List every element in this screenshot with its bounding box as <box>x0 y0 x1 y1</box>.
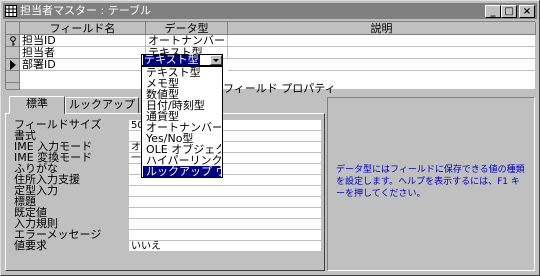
data-type-combo[interactable]: テキスト型 <box>141 54 223 66</box>
field-properties-label: フィールド プロパティ <box>223 82 336 95</box>
dropdown-button[interactable] <box>210 55 222 65</box>
description-cell[interactable] <box>228 59 536 71</box>
dropdown-option[interactable]: 数値型 <box>143 89 221 100</box>
title-bar[interactable]: 担当者マスター : テーブル _ □ × <box>3 3 537 19</box>
window-title: 担当者マスター : テーブル <box>20 4 152 17</box>
dropdown-option[interactable]: メモ型 <box>143 78 221 89</box>
dropdown-option[interactable]: ハイパーリンク型 <box>143 155 221 166</box>
row-selector[interactable] <box>6 35 20 47</box>
header-description[interactable]: 説明 <box>228 22 536 35</box>
help-text: データ型にはフィールドに保存できる値の種類を設定します。ヘルプを表示するには、F… <box>336 165 525 199</box>
header-field-name[interactable]: フィールド名 <box>20 22 146 35</box>
property-row: 値要求 いいえ <box>10 239 322 252</box>
table-design-window: 担当者マスター : テーブル _ □ × フィールド名 データ型 説明 担当ID… <box>0 0 540 276</box>
field-name-cell[interactable]: 担当者 <box>20 47 146 59</box>
property-value[interactable] <box>129 219 321 230</box>
property-value[interactable] <box>129 186 321 197</box>
primary-key-icon <box>10 36 16 46</box>
dropdown-option[interactable]: 日付/時刻型 <box>143 100 221 111</box>
row-selector[interactable] <box>6 47 20 59</box>
current-row-arrow-icon <box>10 60 16 70</box>
close-icon: × <box>522 6 532 17</box>
property-value[interactable] <box>129 230 321 241</box>
description-cell[interactable] <box>228 47 536 59</box>
table-icon <box>5 5 17 17</box>
property-value[interactable] <box>129 197 321 208</box>
property-label: 値要求 <box>14 239 47 252</box>
property-row: 定型入力 <box>10 185 322 197</box>
chevron-down-icon <box>213 59 219 62</box>
property-row: 標題 <box>10 196 322 208</box>
property-value[interactable] <box>129 208 321 219</box>
close-button[interactable]: × <box>519 5 535 18</box>
field-name-cell[interactable]: 部署ID <box>20 59 146 71</box>
property-row: エラーメッセージ <box>10 229 322 241</box>
dropdown-option[interactable]: Yes/No型 <box>143 133 221 144</box>
row-selector[interactable] <box>6 71 20 83</box>
grid-corner[interactable] <box>6 22 20 35</box>
tab-lookup[interactable]: ルックアップ <box>65 97 139 113</box>
property-value[interactable]: いいえ <box>129 241 321 252</box>
description-cell[interactable] <box>228 35 536 47</box>
dropdown-option-highlighted[interactable]: ルックアップ ウィザード... <box>143 166 221 177</box>
header-data-type[interactable]: データ型 <box>146 22 228 35</box>
minimize-icon: _ <box>490 6 496 17</box>
dropdown-option[interactable]: OLE オブジェクト型 <box>143 144 221 155</box>
help-pane: データ型にはフィールドに保存できる値の種類を設定します。ヘルプを表示するには、F… <box>327 97 535 271</box>
data-type-cell[interactable]: オートナンバー <box>146 35 228 47</box>
dropdown-option[interactable]: 通貨型 <box>143 111 221 122</box>
maximize-button[interactable]: □ <box>501 5 517 18</box>
row-selector[interactable] <box>6 59 20 71</box>
tab-general[interactable]: 標準 <box>9 96 65 114</box>
dropdown-option[interactable]: オートナンバー型 <box>143 122 221 133</box>
field-grid: フィールド名 データ型 説明 担当ID オートナンバー 担当者 テキスト型 部署… <box>5 21 536 90</box>
dropdown-option[interactable]: テキスト型 <box>143 67 221 78</box>
data-type-combo-value: テキスト型 <box>143 53 200 66</box>
maximize-icon: □ <box>504 6 514 17</box>
row-selector[interactable] <box>6 83 20 90</box>
field-name-cell[interactable]: 担当ID <box>20 35 146 47</box>
data-type-dropdown-list[interactable]: テキスト型 メモ型 数値型 日付/時刻型 通貨型 オートナンバー型 Yes/No… <box>141 66 223 178</box>
minimize-button[interactable]: _ <box>485 5 501 18</box>
